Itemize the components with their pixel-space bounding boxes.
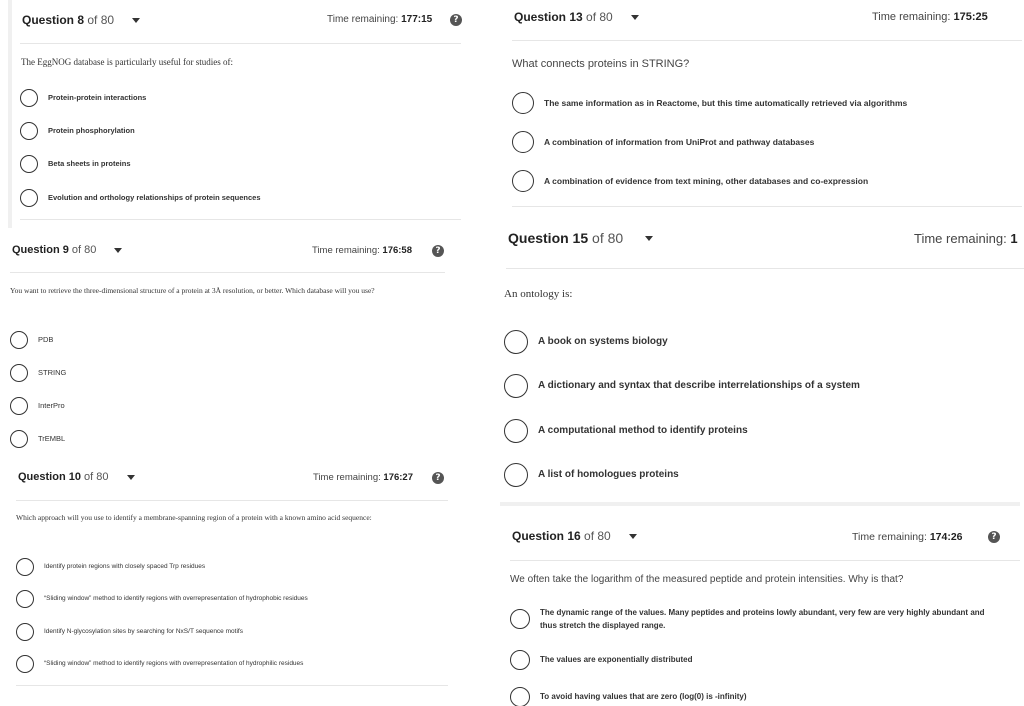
divider bbox=[512, 40, 1022, 41]
question-9-panel: Question 9 of 80 Time remaining: 176:58 … bbox=[0, 232, 470, 454]
help-icon[interactable]: ? bbox=[432, 245, 444, 257]
question-8-panel: Question 8 of 80 Time remaining: 177:15 … bbox=[8, 0, 470, 228]
radio-button[interactable] bbox=[10, 331, 28, 349]
question-number: Question 16 of 80 bbox=[512, 529, 611, 543]
radio-button[interactable] bbox=[512, 170, 534, 192]
radio-button[interactable] bbox=[510, 650, 530, 670]
radio-button[interactable] bbox=[10, 430, 28, 448]
option-q15-3[interactable]: A computational method to identify prote… bbox=[504, 419, 748, 443]
option-q10-3[interactable]: Identify N-glycosylation sites by search… bbox=[16, 623, 243, 641]
radio-button[interactable] bbox=[16, 590, 34, 608]
radio-button[interactable] bbox=[504, 463, 528, 487]
divider bbox=[20, 219, 461, 220]
radio-button[interactable] bbox=[504, 419, 528, 443]
question-16-panel: Question 16 of 80 Time remaining: 174:26… bbox=[500, 502, 1020, 706]
radio-button[interactable] bbox=[16, 558, 34, 576]
option-q16-3[interactable]: To avoid having values that are zero (lo… bbox=[510, 687, 747, 706]
divider bbox=[512, 206, 1022, 207]
divider bbox=[20, 43, 461, 44]
radio-button[interactable] bbox=[20, 155, 38, 173]
option-q13-1[interactable]: The same information as in Reactome, but… bbox=[512, 92, 907, 114]
option-q10-4[interactable]: “Sliding window” method to identify regi… bbox=[16, 655, 303, 673]
radio-button[interactable] bbox=[16, 655, 34, 673]
divider bbox=[506, 268, 1024, 269]
divider bbox=[10, 272, 445, 273]
radio-button[interactable] bbox=[510, 687, 530, 706]
radio-button[interactable] bbox=[10, 364, 28, 382]
chevron-down-icon[interactable] bbox=[114, 247, 123, 253]
option-q15-4[interactable]: A list of homologues proteins bbox=[504, 463, 679, 487]
panel-left-border bbox=[8, 0, 12, 228]
radio-button[interactable] bbox=[512, 92, 534, 114]
chevron-down-icon[interactable] bbox=[126, 474, 135, 480]
option-q10-1[interactable]: Identify protein regions with closely sp… bbox=[16, 558, 205, 576]
divider bbox=[16, 685, 448, 686]
time-remaining: Time remaining: 176:58 bbox=[312, 245, 412, 256]
radio-button[interactable] bbox=[16, 623, 34, 641]
option-q15-2[interactable]: A dictionary and syntax that describe in… bbox=[504, 374, 860, 398]
question-text: Which approach will you use to identify … bbox=[16, 513, 372, 522]
radio-button[interactable] bbox=[512, 131, 534, 153]
question-text: An ontology is: bbox=[504, 288, 573, 300]
option-q16-1[interactable]: The dynamic range of the values. Many pe… bbox=[510, 606, 1000, 632]
question-13-panel: Question 13 of 80 Time remaining: 175:25… bbox=[500, 0, 1024, 212]
option-q8-1[interactable]: Protein-protein interactions bbox=[20, 89, 146, 107]
question-number: Question 8 of 80 bbox=[22, 13, 115, 27]
option-q15-1[interactable]: A book on systems biology bbox=[504, 330, 668, 354]
time-remaining: Time remaining: 175:25 bbox=[872, 11, 988, 23]
radio-button[interactable] bbox=[10, 397, 28, 415]
time-remaining: Time remaining: 176:27 bbox=[313, 472, 413, 483]
time-remaining: Time remaining: 177:15 bbox=[327, 14, 433, 25]
question-number: Question 15 of 80 bbox=[508, 230, 624, 246]
option-q9-1[interactable]: PDB bbox=[10, 331, 53, 349]
question-text: The EggNOG database is particularly usef… bbox=[21, 57, 233, 67]
question-number: Question 13 of 80 bbox=[514, 10, 613, 24]
question-15-panel: Question 15 of 80 Time remaining: 1 An o… bbox=[494, 214, 1024, 502]
radio-button[interactable] bbox=[504, 374, 528, 398]
help-icon[interactable]: ? bbox=[988, 531, 1000, 543]
chevron-down-icon[interactable] bbox=[628, 533, 637, 539]
option-q8-4[interactable]: Evolution and orthology relationships of… bbox=[20, 189, 261, 207]
help-icon[interactable]: ? bbox=[450, 14, 462, 26]
question-text: You want to retrieve the three-dimension… bbox=[10, 286, 375, 295]
question-text: We often take the logarithm of the measu… bbox=[510, 574, 904, 585]
help-icon[interactable]: ? bbox=[432, 472, 444, 484]
time-remaining: Time remaining: 174:26 bbox=[852, 531, 963, 543]
divider bbox=[16, 500, 448, 501]
option-q16-2[interactable]: The values are exponentially distributed bbox=[510, 650, 693, 670]
time-remaining: Time remaining: 1 bbox=[914, 231, 1018, 246]
radio-button[interactable] bbox=[504, 330, 528, 354]
option-q8-3[interactable]: Beta sheets in proteins bbox=[20, 155, 131, 173]
question-10-panel: Question 10 of 80 Time remaining: 176:27… bbox=[6, 462, 470, 702]
option-q9-4[interactable]: TrEMBL bbox=[10, 430, 65, 448]
radio-button[interactable] bbox=[20, 89, 38, 107]
chevron-down-icon[interactable] bbox=[645, 235, 654, 241]
question-text: What connects proteins in STRING? bbox=[512, 58, 690, 70]
question-number: Question 9 of 80 bbox=[12, 244, 97, 256]
radio-button[interactable] bbox=[510, 609, 530, 629]
question-number: Question 10 of 80 bbox=[18, 471, 109, 483]
radio-button[interactable] bbox=[20, 122, 38, 140]
chevron-down-icon[interactable] bbox=[630, 14, 639, 20]
option-q9-2[interactable]: STRING bbox=[10, 364, 66, 382]
divider bbox=[510, 560, 1020, 561]
option-q10-2[interactable]: “Sliding window” method to identify regi… bbox=[16, 590, 308, 608]
option-q13-3[interactable]: A combination of evidence from text mini… bbox=[512, 170, 868, 192]
option-q8-2[interactable]: Protein phosphorylation bbox=[20, 122, 135, 140]
radio-button[interactable] bbox=[20, 189, 38, 207]
option-q9-3[interactable]: InterPro bbox=[10, 397, 65, 415]
chevron-down-icon[interactable] bbox=[132, 17, 141, 23]
option-q13-2[interactable]: A combination of information from UniPro… bbox=[512, 131, 814, 153]
